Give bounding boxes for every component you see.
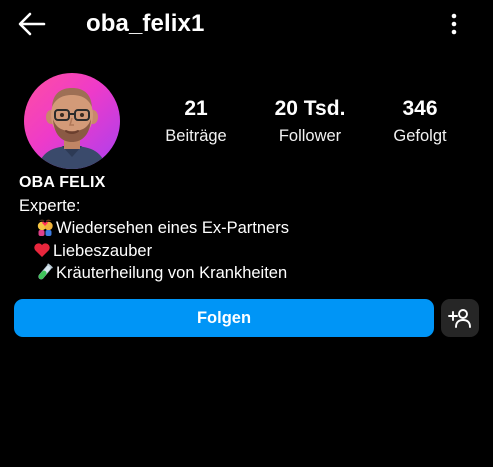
profile-display-name: OBA FELIX — [19, 174, 106, 191]
profile-avatar[interactable] — [24, 73, 120, 169]
header-username: oba_felix1 — [86, 10, 205, 37]
couple-kiss-emoji — [36, 218, 54, 236]
bio-intro: Experte: — [19, 197, 81, 215]
stat-followers-count: 20 Tsd. — [274, 97, 346, 120]
stat-followers[interactable]: 20 Tsd. Follower — [255, 96, 365, 147]
back-button[interactable] — [14, 8, 50, 40]
memoji-avatar — [38, 88, 106, 169]
stat-followers-label: Follower — [278, 127, 342, 145]
stat-following-count: 346 — [402, 97, 438, 120]
arrow-left-icon — [18, 12, 46, 36]
add-person-icon — [448, 309, 471, 328]
suggested-accounts-button[interactable] — [441, 299, 479, 337]
bio-line-3-text: Kräuterheilung von Krankheiten — [56, 264, 288, 282]
red-heart-emoji — [33, 241, 51, 259]
bio-line-1: Wiedersehen eines Ex-Partners — [36, 217, 289, 239]
stat-posts-label: Beiträge — [165, 127, 227, 145]
bio-line-3: Kräuterheilung von Krankheiten — [36, 262, 287, 284]
stat-posts-count: 21 — [184, 97, 208, 120]
test-tube-emoji — [36, 263, 54, 281]
stat-following[interactable]: 346 Gefolgt — [365, 96, 475, 147]
bio-line-2-text: Liebeszauber — [53, 242, 153, 260]
stat-posts[interactable]: 21 Beiträge — [141, 96, 251, 147]
bio-line-1-text: Wiedersehen eines Ex-Partners — [56, 219, 289, 237]
bio-line-2: Liebeszauber — [33, 240, 152, 262]
more-options-button[interactable] — [440, 10, 468, 40]
follow-button[interactable]: Folgen — [14, 299, 434, 337]
stat-following-label: Gefolgt — [393, 127, 447, 145]
more-vertical-icon — [451, 13, 457, 35]
profile-header: oba_felix1 — [0, 0, 493, 50]
